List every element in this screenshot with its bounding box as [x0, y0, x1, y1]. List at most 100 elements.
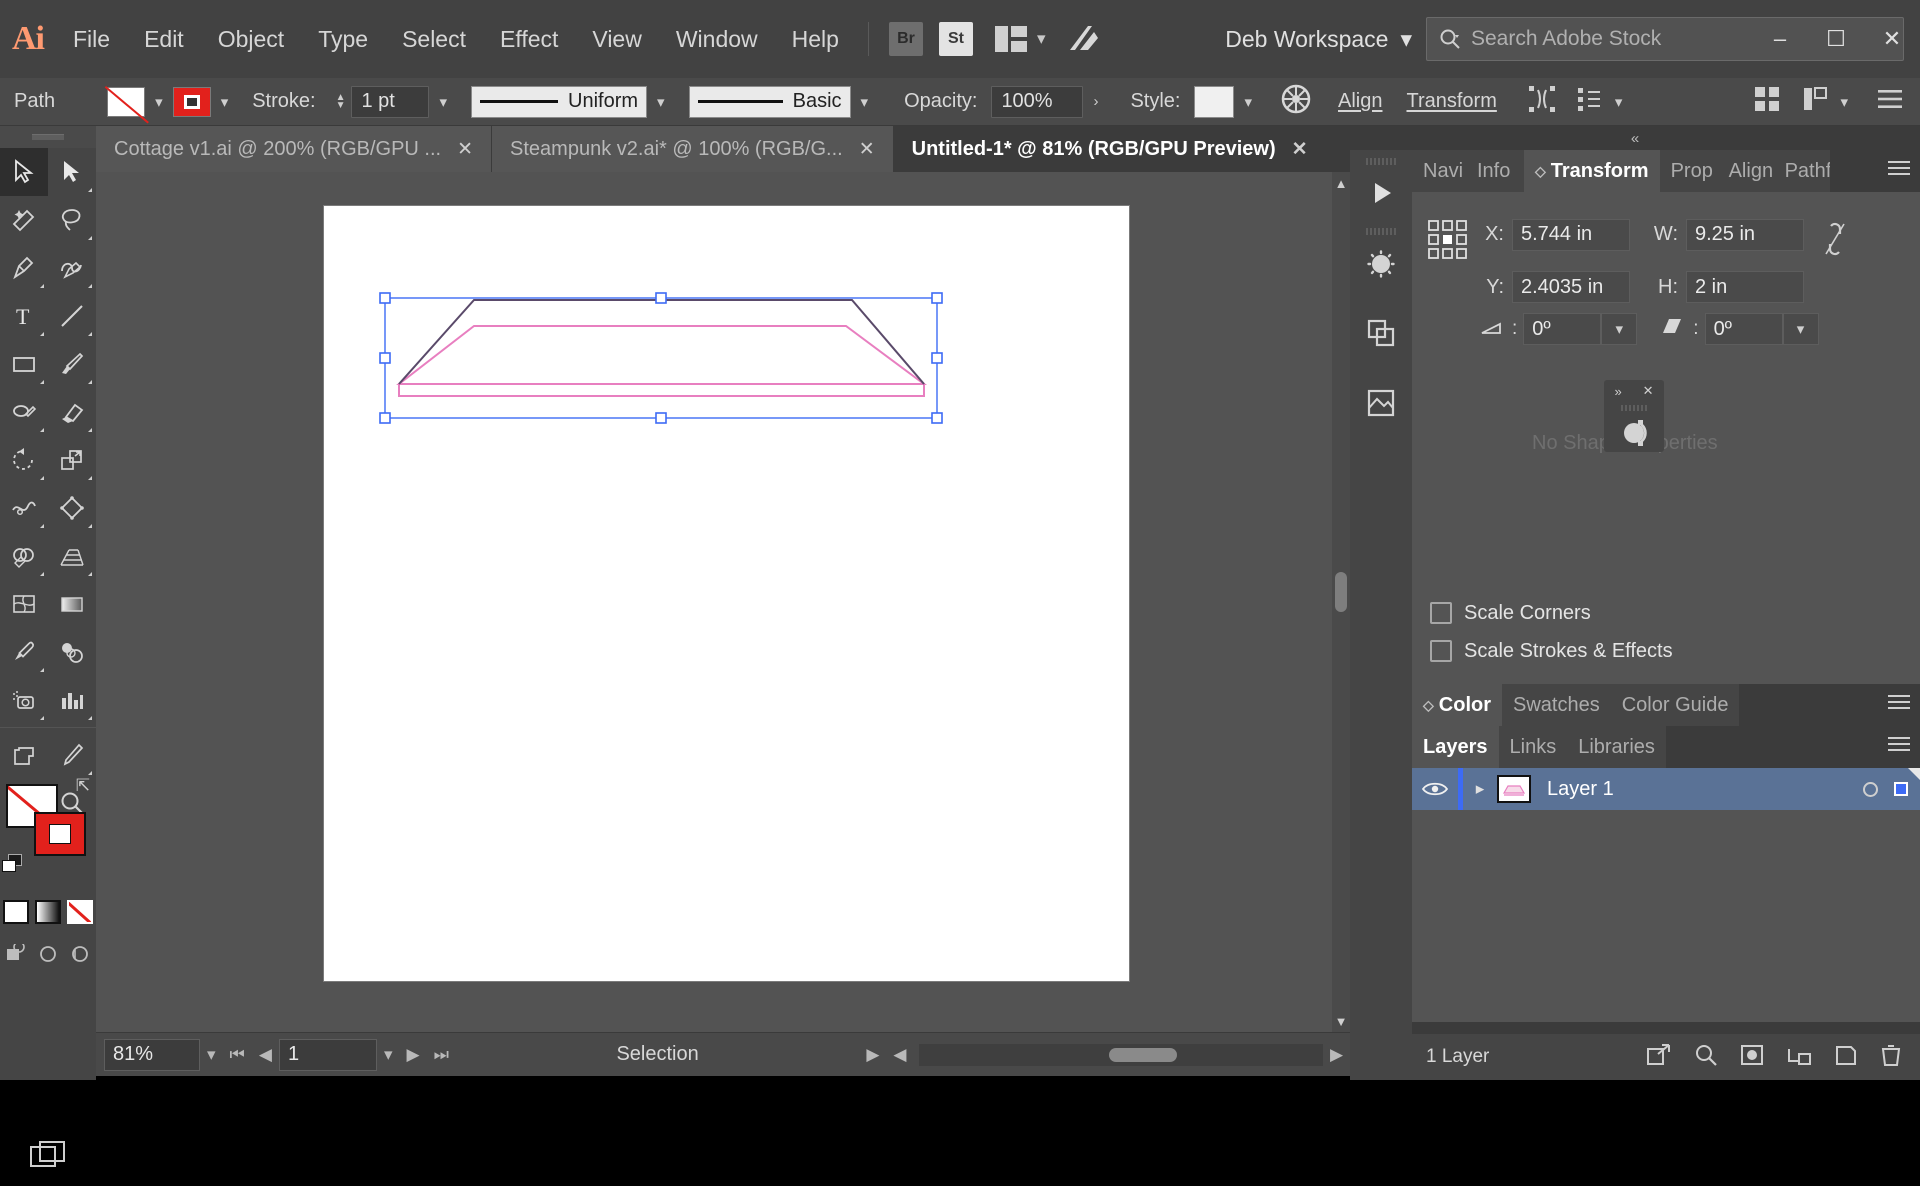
reference-point-selector[interactable]	[1426, 218, 1470, 262]
transform-x-input[interactable]: 5.744 in	[1512, 218, 1630, 251]
opacity-input[interactable]: 100%	[991, 85, 1084, 118]
draw-behind-icon[interactable]	[37, 944, 59, 969]
document-setup-chevron-down-icon[interactable]: ▾	[1830, 93, 1858, 111]
close-tab-icon[interactable]: ✕	[859, 138, 875, 161]
default-fill-stroke-icon[interactable]	[2, 854, 24, 876]
stroke-swatch[interactable]	[34, 812, 86, 856]
perspective-grid-tool[interactable]	[48, 532, 96, 580]
stock-icon[interactable]: St	[938, 22, 973, 56]
tab-pathfinder[interactable]: Pathf	[1773, 150, 1830, 192]
type-tool[interactable]: T	[0, 292, 48, 340]
eyedropper-tool[interactable]	[0, 628, 48, 676]
collapse-panels-button[interactable]: «	[1350, 126, 1920, 150]
style-chevron-down-icon[interactable]: ▾	[1234, 93, 1262, 111]
scale-tool[interactable]	[48, 436, 96, 484]
transform-y-input[interactable]: 2.4035 in	[1512, 271, 1630, 303]
shape-builder-tool[interactable]	[0, 532, 48, 580]
create-new-sublayer-icon[interactable]	[1786, 1043, 1812, 1072]
hscroll-right-icon[interactable]: ▶	[1323, 1045, 1350, 1065]
delete-selection-icon[interactable]	[1880, 1043, 1902, 1072]
workspace-switcher[interactable]: Deb Workspace ▾	[1211, 18, 1426, 60]
tab-swatches[interactable]: Swatches	[1502, 684, 1611, 726]
column-graph-tool[interactable]	[48, 676, 96, 724]
close-tab-icon[interactable]: ✕	[1292, 138, 1308, 161]
artboard-chevron-down-icon[interactable]: ▾	[377, 1045, 400, 1065]
panel-icon-symbols[interactable]	[1350, 290, 1412, 360]
rotate-chevron-down-icon[interactable]: ▾	[1601, 313, 1638, 345]
paintbrush-tool[interactable]	[48, 340, 96, 388]
select-similar-chevron-down-icon[interactable]: ▾	[1605, 93, 1633, 111]
slice-tool[interactable]	[48, 731, 96, 779]
eraser-tool[interactable]	[48, 388, 96, 436]
magic-wand-tool[interactable]	[0, 196, 48, 244]
shaper-tool[interactable]	[0, 388, 48, 436]
close-tab-icon[interactable]: ✕	[457, 138, 473, 161]
create-new-layer-icon[interactable]	[1834, 1043, 1858, 1072]
brush-chevron-down-icon[interactable]: ▾	[851, 93, 879, 111]
next-artboard-button[interactable]: ▶	[399, 1045, 426, 1065]
document-setup-icon[interactable]	[1800, 84, 1830, 119]
stroke-weight-input[interactable]: 1 pt	[351, 85, 430, 118]
direct-selection-tool[interactable]	[48, 148, 96, 196]
swap-fill-stroke-icon[interactable]: ⇱	[76, 776, 90, 796]
close-button[interactable]: ✕	[1864, 0, 1920, 78]
gradient-tool[interactable]	[48, 580, 96, 628]
isolate-selected-object-icon[interactable]	[1527, 84, 1557, 119]
layer-row-layer-1[interactable]: ▸ Layer 1	[1412, 768, 1920, 810]
blend-tool[interactable]	[48, 628, 96, 676]
rotate-tool[interactable]	[0, 436, 48, 484]
mesh-tool[interactable]	[0, 580, 48, 628]
scale-strokes-checkbox[interactable]	[1430, 640, 1452, 662]
stroke-weight-stepper[interactable]: ▲ ▼	[330, 92, 352, 110]
first-artboard-button[interactable]: ⏮	[223, 1045, 252, 1065]
stroke-profile-chevron-down-icon[interactable]: ▾	[647, 93, 675, 111]
layer-visibility-eye-icon[interactable]	[1412, 780, 1458, 798]
menu-file[interactable]: File	[56, 0, 127, 78]
locate-object-icon[interactable]	[1694, 1043, 1718, 1072]
artboard-number-input[interactable]: 1	[278, 1038, 377, 1071]
canvas-area[interactable]: ▲ ▼	[96, 172, 1350, 1032]
menu-window[interactable]: Window	[659, 0, 775, 78]
scale-corners-checkbox[interactable]	[1430, 602, 1452, 624]
floating-mini-panel[interactable]: » ✕	[1604, 380, 1664, 452]
transform-panel-menu-icon[interactable]	[1888, 161, 1910, 179]
artboard-tool[interactable]	[0, 731, 48, 779]
select-similar-objects-icon[interactable]	[1575, 84, 1605, 119]
tab-libraries[interactable]: Libraries	[1567, 726, 1666, 768]
draw-inside-icon[interactable]	[69, 944, 91, 969]
selection-tool[interactable]	[0, 148, 48, 196]
tab-info[interactable]: Info	[1466, 150, 1524, 192]
lasso-tool[interactable]	[48, 196, 96, 244]
none-fill-mode-icon[interactable]	[67, 900, 93, 924]
constrain-proportions-icon[interactable]	[1822, 222, 1848, 261]
color-panel-menu-icon[interactable]	[1888, 695, 1910, 713]
tab-color-guide[interactable]: Color Guide	[1610, 684, 1740, 726]
rectangle-tool[interactable]	[0, 340, 48, 388]
panel-icon-color-themes[interactable]	[1350, 220, 1412, 290]
control-bar-menu-icon[interactable]	[1876, 88, 1904, 115]
color-fill-mode-icon[interactable]	[3, 900, 29, 924]
symbol-sprayer-tool[interactable]	[0, 676, 48, 724]
document-tab-untitled-1[interactable]: Untitled-1* @ 81% (RGB/GPU Preview) ✕	[893, 126, 1326, 172]
opacity-more-options-icon[interactable]: ›	[1083, 93, 1108, 110]
tab-properties[interactable]: Prop	[1659, 150, 1718, 192]
graphic-style-swatch[interactable]	[1194, 85, 1235, 118]
align-panel-link[interactable]: Align	[1326, 90, 1394, 113]
tab-layers[interactable]: Layers	[1412, 726, 1499, 768]
width-tool[interactable]	[0, 484, 48, 532]
scroll-up-icon[interactable]: ▲	[1332, 172, 1350, 194]
fill-color-swatch[interactable]	[104, 85, 150, 124]
tab-color[interactable]: ◇ Color	[1412, 684, 1502, 726]
transform-panel-link[interactable]: Transform	[1394, 90, 1508, 113]
transform-w-input[interactable]: 9.25 in	[1686, 218, 1804, 251]
brush-definition-select[interactable]: Basic	[688, 85, 851, 118]
stroke-color-swatch[interactable]	[172, 86, 211, 117]
recolor-artwork-icon[interactable]	[1280, 83, 1312, 120]
previous-artboard-button[interactable]: ◀	[252, 1045, 279, 1065]
tab-navigator[interactable]: Navi	[1412, 150, 1466, 192]
fill-chevron-down-icon[interactable]: ▾	[145, 93, 173, 111]
maximize-button[interactable]: ☐	[1808, 0, 1864, 78]
document-tab-cottage[interactable]: Cottage v1.ai @ 200% (RGB/GPU ... ✕	[96, 126, 492, 172]
artwork-selection[interactable]	[324, 206, 1129, 981]
mini-panel-close-icon[interactable]: ✕	[1643, 383, 1654, 399]
